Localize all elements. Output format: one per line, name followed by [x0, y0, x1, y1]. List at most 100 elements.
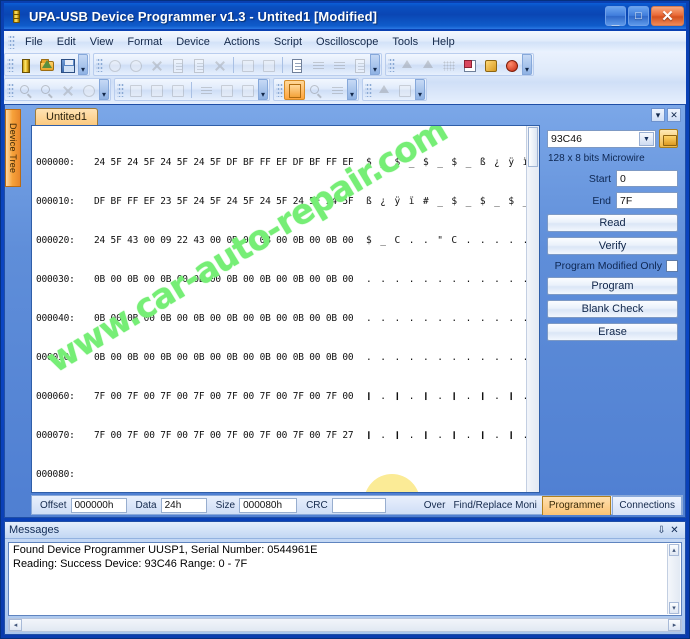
scroll-left-icon[interactable]: ◂	[9, 619, 22, 631]
toolbar-overflow-button[interactable]	[347, 79, 357, 100]
toolbar-overflow-button[interactable]	[522, 54, 532, 75]
redo-icon[interactable]	[125, 55, 146, 75]
minimize-button[interactable]: _	[605, 6, 626, 26]
tab-connections[interactable]: Connections	[612, 495, 682, 515]
toolbar-overflow-button[interactable]	[415, 79, 425, 100]
device-tree-label: Device Tree	[8, 122, 18, 174]
download-icon[interactable]	[417, 55, 438, 75]
find-icon[interactable]	[305, 80, 326, 100]
note-icon[interactable]	[459, 55, 480, 75]
view1-icon[interactable]	[125, 80, 146, 100]
stop-icon[interactable]	[394, 80, 415, 100]
close-button[interactable]: ✕	[651, 6, 684, 26]
bug-icon[interactable]	[501, 55, 522, 75]
upload-icon[interactable]	[396, 55, 417, 75]
toolbar-overflow-button[interactable]	[370, 54, 380, 75]
messages-vertical-scrollbar[interactable]: ▴ ▾	[667, 544, 680, 614]
toolbar-overflow-button[interactable]	[99, 79, 109, 100]
chevron-down-icon[interactable]: ▾	[651, 108, 665, 122]
delete-x-icon[interactable]	[209, 55, 230, 75]
menu-item-oscilloscope[interactable]: Oscilloscope	[309, 34, 385, 50]
device-combo[interactable]: 93C46 ▼	[547, 129, 656, 148]
toolbar-grip-handle[interactable]	[365, 82, 372, 97]
toolbar-grip-handle[interactable]	[388, 57, 395, 72]
chip-icon[interactable]	[15, 55, 36, 75]
open-device-icon[interactable]	[659, 129, 678, 148]
menu-item-actions[interactable]: Actions	[217, 34, 267, 50]
table-icon[interactable]	[216, 80, 237, 100]
end-label: End	[592, 194, 611, 207]
shuffle-icon[interactable]	[57, 80, 78, 100]
maximize-button[interactable]: □	[628, 6, 649, 26]
menu-grip-handle[interactable]	[8, 34, 15, 49]
program-modified-only-checkbox[interactable]	[666, 260, 678, 272]
verify-button[interactable]: Verify	[547, 237, 678, 255]
toolbar-grip-handle[interactable]	[7, 57, 14, 72]
settings-wrench-icon[interactable]	[480, 55, 501, 75]
sidebar-item-device-tree[interactable]: Device Tree	[5, 109, 21, 187]
invert-icon[interactable]	[258, 55, 279, 75]
menu-item-help[interactable]: Help	[425, 34, 462, 50]
menu-item-script[interactable]: Script	[267, 34, 309, 50]
erase-button[interactable]: Erase	[547, 323, 678, 341]
toolbar-overflow-button[interactable]	[258, 79, 268, 100]
fill-icon[interactable]	[237, 55, 258, 75]
copy-icon[interactable]	[167, 55, 188, 75]
columns-icon[interactable]	[237, 80, 258, 100]
refresh-icon[interactable]	[78, 80, 99, 100]
messages-list[interactable]: Found Device Programmer UUSP1, Serial Nu…	[8, 542, 682, 616]
close-icon[interactable]: ✕	[668, 525, 681, 536]
grid-icon[interactable]	[438, 55, 459, 75]
menu-item-edit[interactable]: Edit	[50, 34, 83, 50]
tab-programmer[interactable]: Programmer	[541, 495, 612, 515]
cut-icon[interactable]	[146, 55, 167, 75]
scroll-right-icon[interactable]: ▸	[668, 619, 681, 631]
crc-label: CRC	[306, 499, 328, 511]
pin-icon[interactable]: ⇩	[655, 525, 668, 536]
chevron-down-icon[interactable]: ▼	[639, 131, 654, 146]
menu-item-device[interactable]: Device	[169, 34, 217, 50]
program-button[interactable]: Program	[547, 277, 678, 295]
run-script-icon[interactable]	[373, 80, 394, 100]
scrollbar-thumb[interactable]	[528, 127, 538, 167]
hex-vertical-scrollbar[interactable]	[526, 126, 539, 492]
end-address-row: End	[547, 192, 678, 209]
start-input[interactable]	[616, 170, 678, 187]
menu-item-tools[interactable]: Tools	[385, 34, 425, 50]
toolbar-overflow-button[interactable]	[78, 54, 88, 75]
compare-icon[interactable]	[328, 55, 349, 75]
document-icon[interactable]	[286, 55, 307, 75]
read-button[interactable]: Read	[547, 214, 678, 232]
page-view-icon[interactable]	[284, 79, 305, 100]
menu-item-view[interactable]: View	[83, 34, 121, 50]
close-icon[interactable]: ✕	[667, 108, 681, 122]
paste-icon[interactable]	[188, 55, 209, 75]
hex-ascii: ❙ . ❙ . ❙ . ❙ . ❙ . ❙ . ❙ . ❙ .	[366, 391, 539, 402]
scroll-up-icon[interactable]: ▴	[669, 544, 679, 556]
insert-icon[interactable]	[307, 55, 328, 75]
checksum-icon[interactable]	[349, 55, 370, 75]
title-bar: UPA-USB Device Programmer v1.3 - Untited…	[4, 3, 686, 29]
toolbar-grip-handle[interactable]	[7, 82, 14, 97]
blank-check-button[interactable]: Blank Check	[547, 300, 678, 318]
zoom-in-icon[interactable]	[15, 80, 36, 100]
open-folder-icon[interactable]	[36, 55, 57, 75]
view3-icon[interactable]	[167, 80, 188, 100]
messages-horizontal-scrollbar[interactable]: ◂ ▸	[8, 618, 682, 632]
hex-editor[interactable]: 000000: 24 5F 24 5F 24 5F 24 5F DF BF FF…	[31, 125, 540, 493]
toolbar-grip-handle[interactable]	[96, 57, 103, 72]
save-disk-icon[interactable]	[57, 55, 78, 75]
list-icon[interactable]	[195, 80, 216, 100]
undo-icon[interactable]	[104, 55, 125, 75]
scroll-down-icon[interactable]: ▾	[669, 602, 679, 614]
start-address-row: Start	[547, 170, 678, 187]
zoom-out-icon[interactable]	[36, 80, 57, 100]
replace-icon[interactable]	[326, 80, 347, 100]
menu-item-format[interactable]: Format	[120, 34, 169, 50]
tab-untited1[interactable]: Untited1	[35, 108, 98, 126]
toolbar-grip-handle[interactable]	[117, 82, 124, 97]
end-input[interactable]	[616, 192, 678, 209]
toolbar-grip-handle[interactable]	[276, 82, 283, 97]
view2-icon[interactable]	[146, 80, 167, 100]
menu-item-file[interactable]: File	[18, 34, 50, 50]
